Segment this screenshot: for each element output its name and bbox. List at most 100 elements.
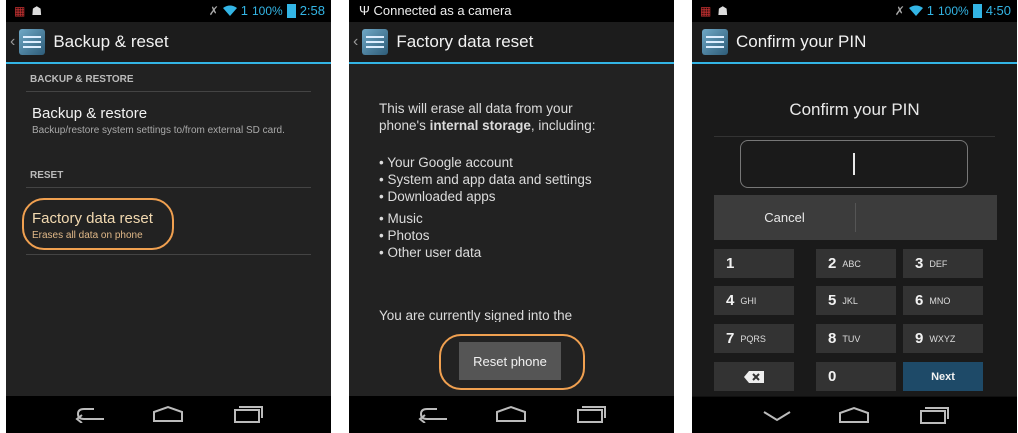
key-letters: TUV xyxy=(842,333,861,344)
navigation-bar xyxy=(349,396,674,433)
key-letters: DEF xyxy=(929,258,948,269)
wifi-icon xyxy=(908,5,923,16)
phone-screen-factory-reset: Ψ Connected as a camera ‹ Factory data r… xyxy=(349,0,674,433)
recents-icon[interactable] xyxy=(918,406,950,424)
divider xyxy=(855,203,856,232)
battery-icon xyxy=(972,3,982,18)
key-letters: WXYZ xyxy=(929,333,956,344)
up-caret-icon[interactable]: ‹ xyxy=(10,33,15,51)
signal-number: 1 xyxy=(240,3,248,18)
pin-heading: Confirm your PIN xyxy=(789,100,920,119)
hide-keyboard-icon[interactable] xyxy=(760,409,794,423)
delete-key[interactable] xyxy=(714,362,794,391)
intro-text: , including: xyxy=(530,118,596,133)
intro-bold: internal storage xyxy=(429,118,531,133)
notification-icons: ▦ ☗ xyxy=(14,4,43,18)
recents-icon[interactable] xyxy=(575,405,607,423)
divider xyxy=(714,136,995,137)
key-digit: 0 xyxy=(828,368,837,385)
list-item: • Other user data xyxy=(379,245,482,260)
key-0[interactable]: 0 xyxy=(816,362,896,391)
page-title: Factory data reset xyxy=(396,32,534,51)
highlight-circle xyxy=(439,334,585,390)
next-button[interactable]: Next xyxy=(903,362,983,391)
key-digit: 5 xyxy=(828,292,837,309)
text-clip xyxy=(349,322,674,334)
key-4[interactable]: 4 GHI xyxy=(714,286,794,315)
cancel-button[interactable]: Cancel xyxy=(714,195,855,240)
key-9[interactable]: 9 WXYZ xyxy=(903,324,983,353)
key-6[interactable]: 6 MNO xyxy=(903,286,983,315)
clock: 2:58 xyxy=(299,3,325,18)
phone-screen-confirm-pin: ▦ ☗ ✗ 1 100% 4:50 Confirm your PIN Confir… xyxy=(692,0,1017,433)
key-1[interactable]: 1 xyxy=(714,249,794,278)
key-5[interactable]: 5 JKL xyxy=(816,286,896,315)
settings-list: BACKUP & RESTORE Backup & restore Backup… xyxy=(6,64,331,396)
section-header-backup: BACKUP & RESTORE xyxy=(30,74,134,85)
list-item: • Photos xyxy=(379,228,430,243)
key-letters: GHI xyxy=(740,295,757,306)
home-icon[interactable] xyxy=(151,405,185,423)
key-digit: 1 xyxy=(726,255,735,272)
status-bar: ▦ ☗ ✗ 1 100% 2:58 xyxy=(6,0,331,22)
status-indicators: ✗ 1 100% 4:50 xyxy=(895,3,1011,18)
notification-icons: ▦ ☗ xyxy=(700,4,729,18)
divider xyxy=(26,187,311,188)
key-digit: 6 xyxy=(915,292,924,309)
home-icon[interactable] xyxy=(837,406,871,424)
usb-icon: Ψ xyxy=(359,3,374,18)
up-caret-icon[interactable]: ‹ xyxy=(353,33,358,51)
action-bar[interactable]: ‹ Factory data reset xyxy=(349,22,674,64)
divider xyxy=(26,254,311,255)
rotation-icon: ✗ xyxy=(894,3,905,18)
navigation-bar xyxy=(692,397,1017,433)
key-digit: 4 xyxy=(726,292,735,309)
list-item: • System and app data and settings xyxy=(379,172,592,187)
key-digit: 3 xyxy=(915,255,924,272)
backup-restore-title: Backup & restore xyxy=(32,105,148,122)
list-item: • Your Google account xyxy=(379,155,513,170)
key-digit: 2 xyxy=(828,255,837,272)
rotation-icon: ✗ xyxy=(208,3,219,18)
key-digit: 9 xyxy=(915,330,924,347)
divider xyxy=(26,91,311,92)
clock: 4:50 xyxy=(985,3,1011,18)
key-2[interactable]: 2 ABC xyxy=(816,249,896,278)
key-digit: 7 xyxy=(726,330,735,347)
signal-number: 1 xyxy=(926,3,934,18)
action-bar[interactable]: ‹ Backup & reset xyxy=(6,22,331,64)
key-digit: 8 xyxy=(828,330,837,347)
status-bar: ▦ ☗ ✗ 1 100% 4:50 xyxy=(692,0,1017,22)
status-bar: Ψ Connected as a camera xyxy=(349,0,674,22)
status-notice: Ψ Connected as a camera xyxy=(359,3,512,18)
settings-app-icon xyxy=(362,29,389,55)
back-icon[interactable] xyxy=(74,405,108,423)
key-8[interactable]: 8 TUV xyxy=(816,324,896,353)
key-letters: JKL xyxy=(842,295,858,306)
navigation-bar xyxy=(6,396,331,433)
backup-restore-summary: Backup/restore system settings to/from e… xyxy=(32,125,285,136)
settings-app-icon xyxy=(702,29,728,55)
delete-key-icon xyxy=(744,370,764,383)
intro-text: phone's xyxy=(379,118,430,133)
action-bar: Confirm your PIN xyxy=(692,22,1017,64)
section-header-reset: RESET xyxy=(30,170,64,181)
pin-input[interactable] xyxy=(740,140,968,188)
battery-percent: 100% xyxy=(251,3,283,18)
intro-line-1: This will erase all data from your xyxy=(379,101,573,116)
key-3[interactable]: 3 DEF xyxy=(903,249,983,278)
page-title: Backup & reset xyxy=(53,32,169,51)
recents-icon[interactable] xyxy=(232,405,264,423)
home-icon[interactable] xyxy=(494,405,528,423)
battery-percent: 100% xyxy=(937,3,969,18)
key-7[interactable]: 7 PQRS xyxy=(714,324,794,353)
key-letters: PQRS xyxy=(740,333,766,344)
list-item: • Downloaded apps xyxy=(379,189,496,204)
phone-screen-backup-reset: ▦ ☗ ✗ 1 100% 2:58 ‹ Backup & reset BACKUP… xyxy=(6,0,331,433)
text-cursor xyxy=(853,153,855,175)
status-notice-text: Connected as a camera xyxy=(373,3,512,18)
highlight-circle xyxy=(22,198,174,250)
settings-app-icon xyxy=(19,29,46,55)
page-title: Confirm your PIN xyxy=(736,32,867,51)
back-icon[interactable] xyxy=(417,405,451,423)
